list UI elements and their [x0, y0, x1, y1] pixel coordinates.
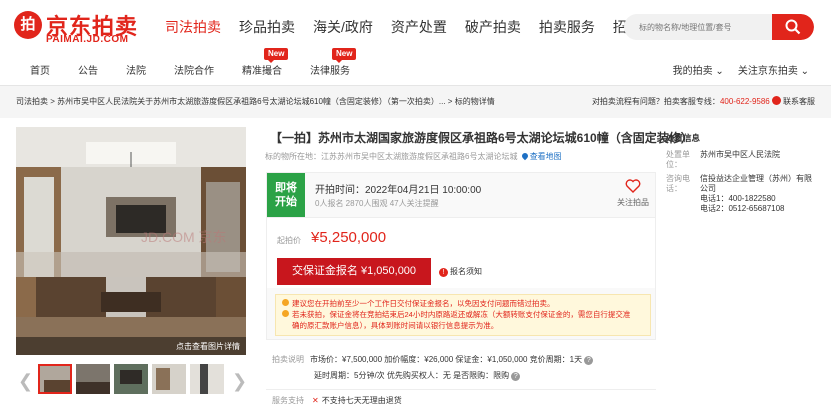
view-photo-detail[interactable]: 点击查看图片详情 — [176, 341, 240, 352]
cross-icon: ✕ — [312, 396, 319, 405]
thumbnail[interactable] — [152, 364, 186, 394]
thumbnail[interactable] — [76, 364, 110, 394]
price-section: 起拍价 ¥5,250,000 交保证金报名 ¥1,050,000 ! 报名须知 — [267, 218, 655, 288]
registration-notice[interactable]: ! 报名须知 — [439, 266, 482, 277]
subnav-court-coop[interactable]: 法院合作 — [174, 62, 214, 77]
pay-deposit-button[interactable]: 交保证金报名 ¥1,050,000 — [277, 258, 431, 285]
auction-panel: 即将 开始 开拍时间：2022年04月21日 10:00:00 0人报名 2870… — [266, 172, 656, 340]
bulb-icon — [282, 310, 289, 317]
chevron-right-icon[interactable]: ❯ — [232, 371, 247, 392]
consult-info: 信投益达企业管理（苏州）有限公司 电话1：400-1822580 电话2：0512-… — [700, 174, 812, 213]
svg-text:JD.COM 京东: JD.COM 京东 — [141, 229, 227, 245]
status-badge: 即将 开始 — [267, 173, 305, 217]
new-badge: New — [332, 48, 357, 63]
deposit-tips: 建议您在开拍前至少一个工作日交付保证金报名，以免因支付问题而错过拍卖。 若未获拍… — [275, 294, 651, 336]
subnav-court[interactable]: 法院 — [126, 62, 146, 77]
nav-service[interactable]: 拍卖服务 — [539, 17, 595, 39]
logo-mark: 拍 — [14, 11, 42, 39]
auction-stats: 0人报名 2870人围观 47人关注提醒 — [315, 199, 439, 208]
starting-price: ¥5,250,000 — [311, 229, 387, 246]
nav-assets[interactable]: 资产处置 — [391, 17, 447, 39]
property-photo[interactable]: JD.COM 京东 点击查看图片详情 — [16, 127, 246, 355]
my-auction-menu[interactable]: 我的拍卖 ⌄ — [673, 62, 724, 77]
search-icon — [785, 19, 801, 35]
search-box — [624, 14, 814, 40]
service-support: 服务支持 ✕ 不支持七天无理由退货 — [272, 396, 402, 405]
help-icon[interactable]: ? — [511, 372, 521, 381]
top-nav: 司法拍卖 珍品拍卖 海关/政府 资产处置 破产拍卖 拍卖服务 招标采购 — [165, 17, 687, 39]
jd-auction-logo[interactable]: 拍 京东拍卖 PAIMAI.JD.COM — [14, 9, 154, 45]
logo-domain: PAIMAI.JD.COM — [46, 34, 129, 45]
nav-treasure[interactable]: 珍品拍卖 — [239, 17, 295, 39]
auction-rules: 拍卖说明 市场价：¥7,500,000 加价幅度：¥26,000 保证金：¥1,0… — [272, 352, 594, 384]
contact-service-link[interactable]: 联系客服 — [783, 97, 815, 106]
breadcrumb-bar: 司法拍卖 > 苏州市吴中区人民法院关于苏州市太湖旅游度假区承祖路6号太湖论坛城6… — [0, 86, 831, 118]
heart-plus-icon — [625, 179, 641, 193]
help-icon[interactable]: ? — [584, 356, 594, 365]
sub-nav: 首页 公告 法院 法院合作 精准撮合 New 法律服务 New 我的拍卖 ⌄ 关注京… — [0, 48, 831, 86]
help-line: 对拍卖流程有问题？拍卖客服专线：400-622-9586 联系客服 — [591, 96, 815, 106]
subnav-legal[interactable]: 法律服务 New — [310, 48, 357, 77]
nav-customs[interactable]: 海关/政府 — [313, 17, 373, 39]
search-button[interactable] — [772, 14, 814, 40]
nav-bankruptcy[interactable]: 破产拍卖 — [465, 17, 521, 39]
view-map-link[interactable]: 查看地图 — [530, 152, 562, 161]
service-phone: 400-622-9586 — [719, 97, 770, 106]
header: 拍 京东拍卖 PAIMAI.JD.COM 司法拍卖 珍品拍卖 海关/政府 资产处… — [0, 0, 831, 52]
bulb-icon — [282, 299, 289, 306]
lot-title: 【一拍】苏州市太湖国家旅游度假区承祖路6号太湖论坛城610幢（含固定装修） — [270, 131, 693, 145]
lot-location: 标的物所在地：江苏苏州市吴中区太湖旅游度假区承祖路6号太湖论坛城 查看地图 — [265, 151, 562, 161]
disposal-unit: 苏州市吴中区人民法院 — [700, 150, 780, 159]
disposal-title: 处置信息 — [666, 133, 701, 143]
disposal-info: 处置信息 处置单位： 苏州市吴中区人民法院 咨询电话： 信投益达企业管理（苏州）有限… — [666, 132, 816, 218]
new-badge: New — [264, 48, 289, 63]
living-room-image: JD.COM 京东 — [16, 127, 246, 355]
nav-judicial[interactable]: 司法拍卖 — [165, 17, 221, 39]
follow-jd-menu[interactable]: 关注京东拍卖 ⌄ — [738, 62, 809, 77]
photo-detail-bar[interactable]: 点击查看图片详情 — [16, 337, 246, 355]
subnav-matching[interactable]: 精准撮合 New — [242, 48, 289, 77]
thumbnail[interactable] — [38, 364, 72, 394]
follow-button[interactable]: 关注拍品 — [613, 179, 653, 208]
price-label: 起拍价 — [277, 236, 301, 245]
alert-icon: ! — [439, 268, 448, 277]
thumbnail-strip: ❮ ❯ — [16, 362, 247, 398]
start-time: 开拍时间：2022年04月21日 10:00:00 — [315, 185, 482, 196]
search-input[interactable] — [624, 14, 774, 40]
thumbnail[interactable] — [190, 364, 224, 394]
subnav-home[interactable]: 首页 — [30, 62, 50, 77]
breadcrumb[interactable]: 司法拍卖 > 苏州市吴中区人民法院关于苏州市太湖旅游度假区承祖路6号太湖论坛城6… — [16, 96, 506, 107]
map-pin-icon — [520, 151, 529, 161]
subnav-announce[interactable]: 公告 — [78, 62, 98, 77]
contact-icon — [772, 96, 781, 105]
thumbnail[interactable] — [114, 364, 148, 394]
chevron-left-icon[interactable]: ❮ — [18, 371, 33, 392]
